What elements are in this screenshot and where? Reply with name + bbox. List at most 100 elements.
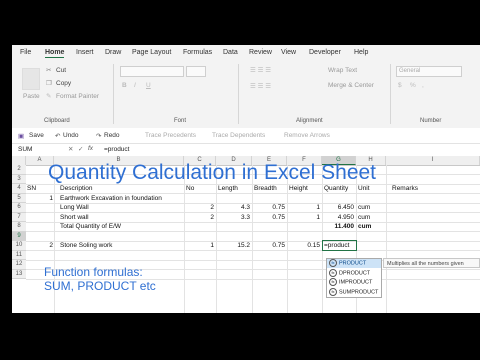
paste-button[interactable]: Paste [23,93,40,100]
cell-d6[interactable]: 4.3 [216,203,250,213]
menu-data[interactable]: Data [223,49,238,56]
comma-button[interactable]: , [422,82,424,89]
cell-h7[interactable]: cum [358,213,370,223]
cell-g7[interactable]: 4.950 [322,213,354,223]
trace-dependents-button[interactable]: Trace Dependents [212,132,265,139]
cell-e9[interactable]: 0.75 [252,241,285,251]
font-name-box[interactable] [120,66,184,77]
insert-function-icon[interactable]: fx [88,145,93,152]
percent-button[interactable]: % [410,82,416,89]
function-icon: fx [329,268,337,277]
cell-c6[interactable]: 2 [184,203,214,213]
autocomplete-item-sumproduct[interactable]: fx SUMPRODUCT [327,287,381,297]
row-header-9[interactable]: 9 [12,231,26,241]
function-icon: fx [329,287,337,296]
italic-button[interactable]: I [134,82,136,89]
cell-unit-header[interactable]: Unit [358,184,370,194]
cell-sn-header[interactable]: SN [27,184,36,194]
cell-b5[interactable]: Earthwork Excavation in foundation [60,194,162,204]
autocomplete-item-improduct[interactable]: fx IMPRODUCT [327,278,381,287]
cell-b8[interactable]: Total Quantity of E/W [60,222,121,232]
menu-home[interactable]: Home [45,49,65,58]
cell-a5[interactable]: 1 [26,194,53,204]
formula-input[interactable]: =product [104,146,129,153]
select-all-corner[interactable] [12,156,26,165]
column-header-i[interactable]: I [386,156,480,165]
row-header-7[interactable]: 7 [12,212,26,222]
cell-c9[interactable]: 1 [184,241,214,251]
trace-precedents-button[interactable]: Trace Precedents [145,132,196,139]
row-header-3[interactable]: 3 [12,174,26,184]
font-group-label: Font [174,118,187,124]
save-button[interactable]: Save [29,132,44,139]
menu-help[interactable]: Help [354,49,368,56]
menu-insert[interactable]: Insert [76,49,94,56]
cell-a9[interactable]: 2 [26,241,53,251]
row-header-4[interactable]: 4 [12,184,26,194]
cell-b7[interactable]: Short wall [60,213,89,223]
cell-breadth-header[interactable]: Breadth [254,184,277,194]
autocomplete-item-dproduct[interactable]: fx DPRODUCT [327,268,381,278]
currency-button[interactable]: $ [398,82,402,89]
cell-h8[interactable]: cum [358,222,371,232]
cell-g9-editing[interactable]: =product [324,241,349,251]
cell-e7[interactable]: 0.75 [252,213,285,223]
align-icon[interactable]: ☰ ☰ ☰ [250,82,271,90]
cell-height-header[interactable]: Height [289,184,308,194]
menu-formulas[interactable]: Formulas [183,49,212,56]
wrap-text-button[interactable]: Wrap Text [328,67,357,74]
menu-review[interactable]: Review [249,49,272,56]
cell-e6[interactable]: 0.75 [252,203,285,213]
paste-icon[interactable] [22,68,40,90]
copy-button[interactable]: Copy [56,80,71,87]
cell-no-header[interactable]: No [186,184,194,194]
row-header-11[interactable]: 11 [12,250,26,260]
row-header-13[interactable]: 13 [12,269,26,279]
autocomplete-item-product[interactable]: fx PRODUCT [327,259,381,268]
cell-c7[interactable]: 2 [184,213,214,223]
underline-button[interactable]: U [146,82,151,89]
row-header-8[interactable]: 8 [12,222,26,232]
undo-button[interactable]: Undo [63,132,79,139]
format-painter-button[interactable]: Format Painter [56,93,99,100]
function-autocomplete-list: fx PRODUCT fx DPRODUCT fx IMPRODUCT fx SUMPR… [326,258,382,298]
cell-d7[interactable]: 3.3 [216,213,250,223]
cut-button[interactable]: Cut [56,67,66,74]
row-header-6[interactable]: 6 [12,203,26,213]
cell-f6[interactable]: 1 [287,203,320,213]
cell-f7[interactable]: 1 [287,213,320,223]
row-header-5[interactable]: 5 [12,193,26,203]
name-box[interactable]: SUM [18,146,32,153]
cell-length-header[interactable]: Length [218,184,238,194]
menu-page-layout[interactable]: Page Layout [132,49,171,56]
function-formulas-note: Function formulas: [44,265,143,279]
font-size-box[interactable] [186,66,206,77]
merge-center-button[interactable]: Merge & Center [328,82,374,89]
menu-view[interactable]: View [281,49,296,56]
cell-quantity-header[interactable]: Quantity [324,184,348,194]
cell-description-header[interactable]: Description [60,184,93,194]
cell-h6[interactable]: cum [358,203,370,213]
cell-f9[interactable]: 0.15 [287,241,320,251]
align-icon[interactable]: ☰ ☰ ☰ [250,66,271,74]
row-header-12[interactable]: 12 [12,260,26,270]
cell-g6[interactable]: 6.450 [322,203,354,213]
menu-file[interactable]: File [20,49,31,56]
bold-button[interactable]: B [122,82,127,89]
cell-g8[interactable]: 11.400 [322,222,354,232]
menu-bar: File Home Insert Draw Page Layout Formul… [12,45,480,60]
cell-remarks-header[interactable]: Remarks [392,184,418,194]
number-format-box[interactable]: General [396,66,462,77]
enter-icon[interactable]: ✓ [78,145,83,153]
cell-b9[interactable]: Stone Soling work [60,241,112,251]
row-header-10[interactable]: 10 [12,241,26,251]
row-header-2[interactable]: 2 [12,165,26,175]
remove-arrows-button[interactable]: Remove Arrows [284,132,330,139]
cell-b6[interactable]: Long Wall [60,203,89,213]
cell-d9[interactable]: 15.2 [216,241,250,251]
menu-developer[interactable]: Developer [309,49,341,56]
menu-draw[interactable]: Draw [105,49,121,56]
quick-access-toolbar: ▣ Save ↶ Undo ↷ Redo Trace Precedents Tr… [12,128,480,144]
cancel-icon[interactable]: ✕ [68,145,73,153]
redo-button[interactable]: Redo [104,132,120,139]
